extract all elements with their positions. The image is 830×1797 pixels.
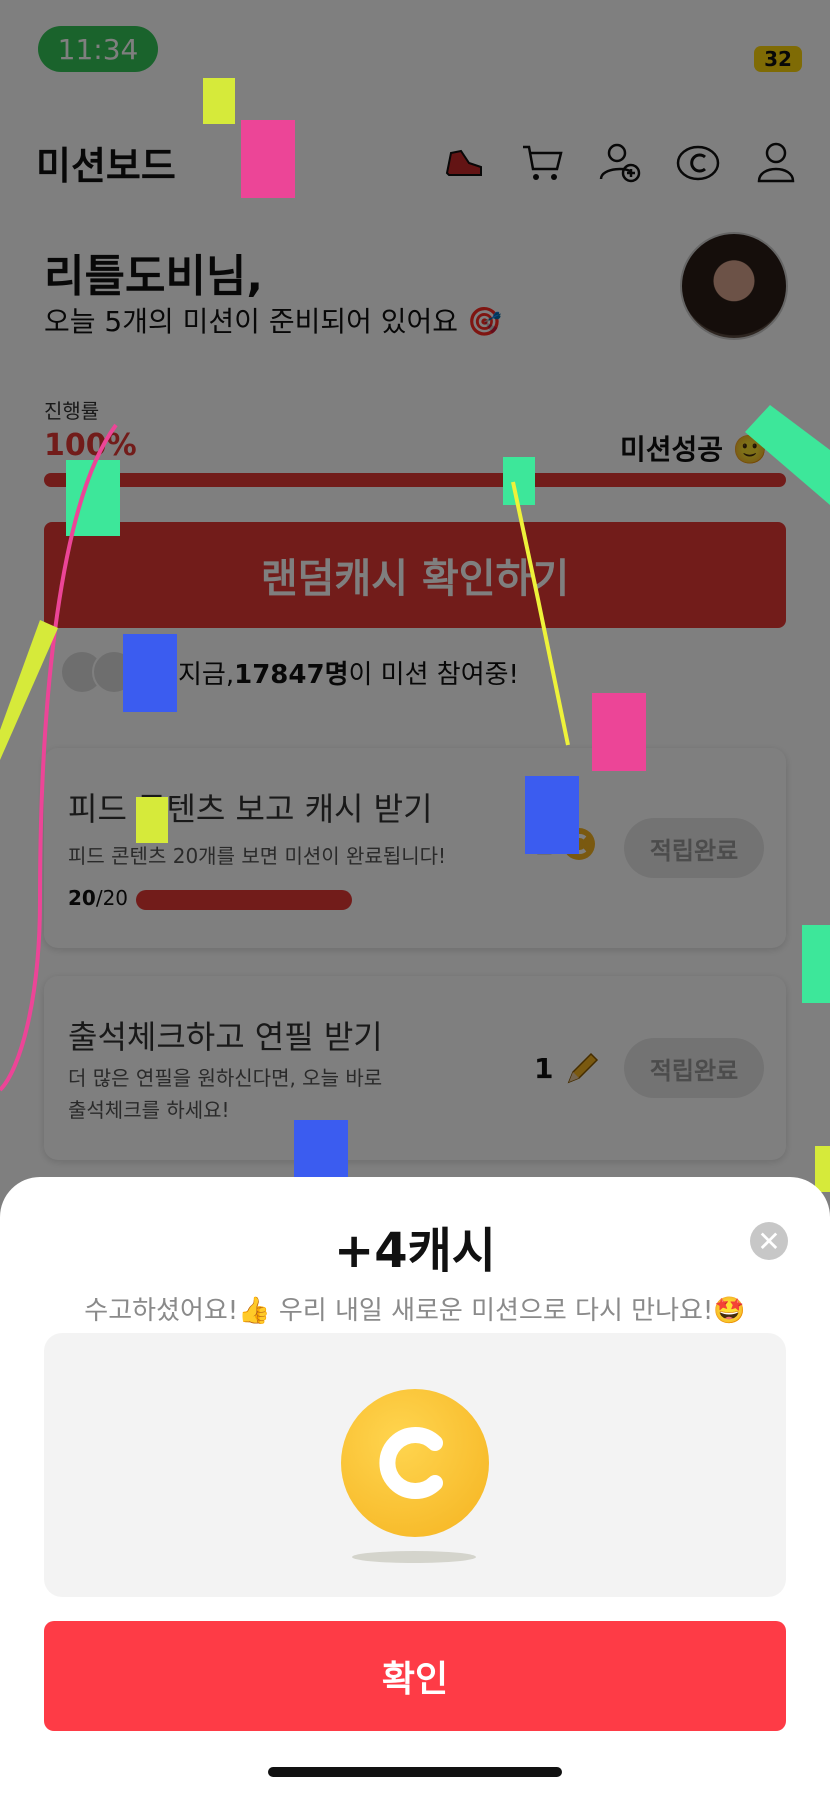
overlay-strokes — [0, 405, 830, 1092]
coin-illustration-box — [44, 1333, 786, 1597]
sheet-message: 수고하셨어요!👍 우리 내일 새로운 미션으로 다시 만나요!🤩 — [84, 1296, 746, 1326]
coin-icon — [341, 1389, 489, 1537]
confirm-button[interactable]: 확인 — [44, 1621, 786, 1731]
reward-sheet: +4캐시 ✕ 수고하셨어요!👍 우리 내일 새로운 미션으로 다시 만나요!🤩 … — [0, 1177, 830, 1797]
home-indicator — [268, 1767, 562, 1777]
sheet-title: +4캐시 — [334, 1223, 496, 1279]
close-icon[interactable]: ✕ — [750, 1222, 788, 1260]
coin-shadow — [352, 1551, 476, 1563]
